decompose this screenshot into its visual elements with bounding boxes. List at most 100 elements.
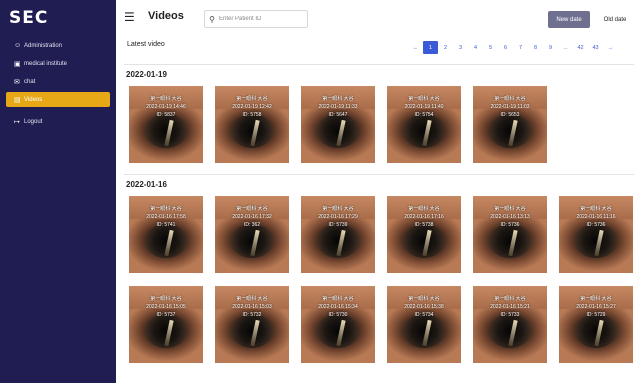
page-button[interactable]: 7 [513, 41, 528, 54]
video-thumbnail[interactable]: 第一眼科 大谷 2022-01-19 14:46 ID: 5837 [129, 86, 203, 163]
date-heading: 2022-01-16 [126, 180, 167, 189]
page-button[interactable]: 4 [468, 41, 483, 54]
video-timestamp: 2022-01-19 11:33 [318, 104, 358, 110]
video-thumbnail-label: 第一眼科 大谷 2022-01-19 11:33 ID: 5647 [301, 95, 375, 119]
video-thumbnail-label: 第一眼科 大谷 2022-01-16 11:16 ID: 5736 [559, 205, 633, 229]
video-thumbnail-label: 第一眼科 大谷 2022-01-16 17:16 ID: 5738 [387, 205, 461, 229]
video-timestamp: 2022-01-19 11:03 [490, 104, 530, 110]
new-date-sort-button[interactable]: New date [548, 11, 590, 28]
main-content: ☰ Videos ⚲ New date Old date Latest vide… [116, 0, 638, 383]
page-button[interactable]: 2 [438, 41, 453, 54]
latest-video-label: Latest video [127, 41, 165, 48]
app-logo: SEC [9, 8, 49, 28]
video-clinic-name: 第一眼科 大谷 [236, 296, 268, 302]
video-thumbnail[interactable]: 第一眼科 大谷 2022-01-16 17:32 ID: 362 [215, 196, 289, 273]
video-patient-id: ID: 5736 [500, 222, 520, 228]
video-patient-id: ID: 5837 [156, 112, 176, 118]
video-timestamp: 2022-01-16 11:16 [576, 214, 616, 220]
video-grid-row: 第一眼科 大谷 2022-01-16 17:58 ID: 5741 第一眼科 大谷 20… [129, 196, 638, 273]
video-patient-id: ID: 5730 [328, 312, 348, 318]
video-thumbnail-label: 第一眼科 大谷 2022-01-16 15:38 ID: 5734 [387, 295, 461, 319]
video-clinic-name: 第一眼科 大谷 [494, 296, 526, 302]
patient-id-search-input[interactable] [219, 16, 305, 22]
page-button[interactable]: 1 [423, 41, 438, 54]
video-timestamp: 2022-01-16 15:03 [232, 304, 272, 310]
chat-icon: ✉ [14, 78, 20, 86]
video-clinic-name: 第一眼科 大谷 [408, 96, 440, 102]
video-clinic-name: 第一眼科 大谷 [494, 96, 526, 102]
next-page-button[interactable]: → [603, 41, 618, 54]
prev-page-button[interactable]: ← [408, 41, 423, 54]
page-button[interactable]: 42 [573, 41, 588, 54]
video-patient-id: ID: 5733 [500, 312, 520, 318]
video-patient-id: ID: 5653 [500, 112, 520, 118]
video-thumbnail[interactable]: 第一眼科 大谷 2022-01-16 17:58 ID: 5741 [129, 196, 203, 273]
page-button[interactable]: 6 [498, 41, 513, 54]
sidebar-item-videos[interactable]: ▤ Videos [6, 92, 110, 107]
video-grid-row: 第一眼科 大谷 2022-01-16 15:05 ID: 5737 第一眼科 大谷 20… [129, 286, 638, 363]
video-thumbnail[interactable]: 第一眼科 大谷 2022-01-16 17:29 ID: 5739 [301, 196, 375, 273]
logout-icon: ↦ [14, 118, 20, 126]
video-thumbnail-label: 第一眼科 大谷 2022-01-16 15:03 ID: 5732 [215, 295, 289, 319]
video-thumbnail-label: 第一眼科 大谷 2022-01-16 17:58 ID: 5741 [129, 205, 203, 229]
search-box: ⚲ [204, 10, 308, 28]
old-date-sort-button[interactable]: Old date [597, 11, 633, 28]
video-thumbnail[interactable]: 第一眼科 大谷 2022-01-16 15:27 ID: 5729 [559, 286, 633, 363]
video-patient-id: ID: 5647 [328, 112, 348, 118]
video-thumbnail[interactable]: 第一眼科 大谷 2022-01-19 11:40 ID: 5754 [387, 86, 461, 163]
user-icon: ☺ [14, 42, 22, 49]
section-divider [124, 174, 634, 175]
video-thumbnail-label: 第一眼科 大谷 2022-01-16 13:13 ID: 5736 [473, 205, 547, 229]
sidebar-nav: ☺ Administration ▣ medical institute ✉ c… [6, 38, 110, 132]
video-patient-id: ID: 362 [243, 222, 261, 228]
hamburger-menu-icon[interactable]: ☰ [124, 10, 135, 24]
video-thumbnail-label: 第一眼科 大谷 2022-01-16 15:34 ID: 5730 [301, 295, 375, 319]
video-thumbnail-label: 第一眼科 大谷 2022-01-16 17:29 ID: 5739 [301, 205, 375, 229]
video-thumbnail[interactable]: 第一眼科 大谷 2022-01-16 15:21 ID: 5733 [473, 286, 547, 363]
page-button[interactable]: 5 [483, 41, 498, 54]
date-heading: 2022-01-19 [126, 70, 167, 79]
video-timestamp: 2022-01-16 17:32 [232, 214, 272, 220]
sidebar-item-label: Administration [24, 42, 63, 49]
video-thumbnail[interactable]: 第一眼科 大谷 2022-01-16 15:03 ID: 5732 [215, 286, 289, 363]
video-thumbnail[interactable]: 第一眼科 大谷 2022-01-16 15:38 ID: 5734 [387, 286, 461, 363]
video-thumbnail-label: 第一眼科 大谷 2022-01-19 14:46 ID: 5837 [129, 95, 203, 119]
video-patient-id: ID: 5758 [242, 112, 262, 118]
sidebar-item-logout[interactable]: ↦ Logout [6, 114, 110, 129]
video-thumbnail[interactable]: 第一眼科 大谷 2022-01-16 17:16 ID: 5738 [387, 196, 461, 273]
page-button[interactable]: 9 [543, 41, 558, 54]
video-timestamp: 2022-01-16 15:38 [404, 304, 444, 310]
sidebar-item-chat[interactable]: ✉ chat [6, 74, 110, 89]
video-thumbnail[interactable]: 第一眼科 大谷 2022-01-19 12:42 ID: 5758 [215, 86, 289, 163]
video-patient-id: ID: 5736 [586, 222, 606, 228]
video-thumbnail[interactable]: 第一眼科 大谷 2022-01-16 15:05 ID: 5737 [129, 286, 203, 363]
video-timestamp: 2022-01-19 11:40 [404, 104, 444, 110]
video-thumbnail[interactable]: 第一眼科 大谷 2022-01-19 11:33 ID: 5647 [301, 86, 375, 163]
search-icon[interactable]: ⚲ [205, 15, 219, 24]
page-button[interactable]: 8 [528, 41, 543, 54]
sidebar-item-administration[interactable]: ☺ Administration [6, 38, 110, 53]
video-thumbnail[interactable]: 第一眼科 大谷 2022-01-16 15:34 ID: 5730 [301, 286, 375, 363]
sidebar-item-medical-institute[interactable]: ▣ medical institute [6, 56, 110, 71]
video-thumbnail-label: 第一眼科 大谷 2022-01-16 15:05 ID: 5737 [129, 295, 203, 319]
section-divider [124, 64, 634, 65]
video-timestamp: 2022-01-16 17:16 [404, 214, 444, 220]
video-timestamp: 2022-01-16 17:58 [146, 214, 186, 220]
video-thumbnail[interactable]: 第一眼科 大谷 2022-01-19 11:03 ID: 5653 [473, 86, 547, 163]
page-button[interactable]: 43 [588, 41, 603, 54]
sidebar-item-label: Videos [24, 96, 43, 103]
video-patient-id: ID: 5734 [414, 312, 434, 318]
video-clinic-name: 第一眼科 大谷 [580, 296, 612, 302]
video-timestamp: 2022-01-16 15:05 [146, 304, 186, 310]
video-thumbnail-label: 第一眼科 大谷 2022-01-16 15:27 ID: 5729 [559, 295, 633, 319]
video-thumbnail[interactable]: 第一眼科 大谷 2022-01-16 11:16 ID: 5736 [559, 196, 633, 273]
video-clinic-name: 第一眼科 大谷 [494, 206, 526, 212]
video-clinic-name: 第一眼科 大谷 [150, 206, 182, 212]
video-thumbnail[interactable]: 第一眼科 大谷 2022-01-16 13:13 ID: 5736 [473, 196, 547, 273]
page-button[interactable]: 3 [453, 41, 468, 54]
video-thumbnail-label: 第一眼科 大谷 2022-01-19 11:40 ID: 5754 [387, 95, 461, 119]
video-clinic-name: 第一眼科 大谷 [236, 206, 268, 212]
video-thumbnail-label: 第一眼科 大谷 2022-01-16 15:21 ID: 5733 [473, 295, 547, 319]
video-clinic-name: 第一眼科 大谷 [150, 96, 182, 102]
video-thumbnail-label: 第一眼科 大谷 2022-01-16 17:32 ID: 362 [215, 205, 289, 229]
